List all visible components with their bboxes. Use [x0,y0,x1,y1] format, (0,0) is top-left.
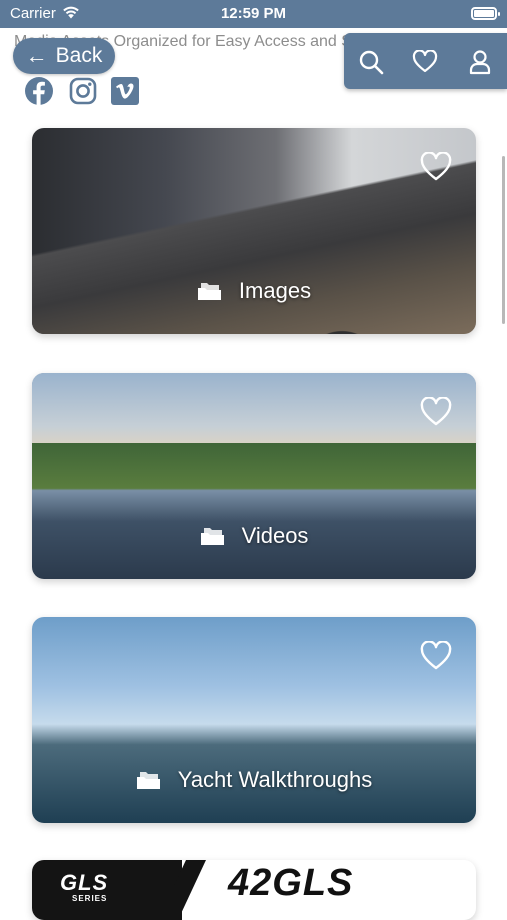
search-icon[interactable] [356,47,386,77]
back-label: Back [55,44,103,67]
model-name: 42GLS [228,862,354,904]
status-bar: Carrier 12:59 PM [0,0,507,28]
heart-icon[interactable] [420,152,452,182]
gls-series-caption: SERIES [72,894,108,903]
folder-icon [197,283,221,300]
card-label: Videos [241,523,309,548]
battery-icon [471,7,500,20]
heart-icon[interactable] [410,47,440,77]
scrollbar[interactable] [502,156,505,324]
folder-icon [136,772,160,789]
vimeo-icon[interactable] [110,76,140,106]
media-card-yacht-walkthroughs[interactable]: Yacht Walkthroughs [32,617,476,823]
card-label: Images [238,278,312,303]
user-icon[interactable] [465,47,495,77]
heart-icon[interactable] [420,397,452,427]
heart-icon[interactable] [420,641,452,671]
facebook-icon[interactable] [24,76,54,106]
instagram-icon[interactable] [68,76,98,106]
arrow-left-icon: ← [25,43,48,68]
back-button[interactable]: ← Back [13,38,115,74]
gls-series-logo: GLS SERIES [32,860,182,920]
top-toolbar [344,33,507,89]
status-time: 12:59 PM [220,5,287,22]
media-card-42gls[interactable]: GLS SERIES 42GLS [32,860,476,920]
gls-series-text: GLS [60,870,109,895]
folder-icon [200,528,224,545]
media-card-images[interactable]: Images [32,128,476,334]
card-label: Yacht Walkthroughs [177,767,373,792]
media-card-videos[interactable]: Videos [32,373,476,579]
